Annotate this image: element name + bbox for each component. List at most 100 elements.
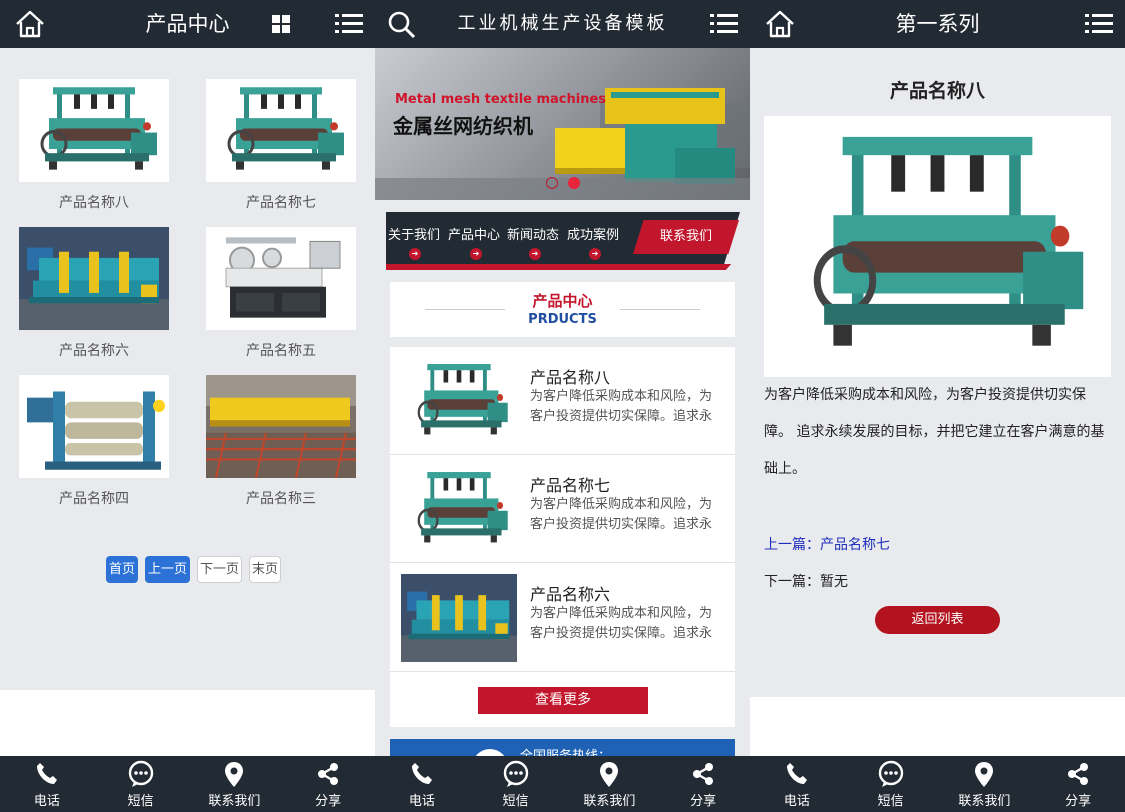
top-bar: 产品中心 <box>0 0 375 48</box>
product-name: 产品名称八 <box>530 368 611 387</box>
site-title: 工业机械生产设备模板 <box>457 13 668 34</box>
first-page-button[interactable]: 首页 <box>106 556 139 583</box>
footer-contact[interactable]: 联系我们 <box>188 756 282 812</box>
product-image <box>401 465 517 553</box>
slide-dot-active[interactable] <box>568 177 580 189</box>
prev-page-button[interactable]: 上一页 <box>145 556 191 583</box>
footer-label: 分享 <box>1065 794 1092 809</box>
view-more-button[interactable]: 查看更多 <box>478 687 648 714</box>
product-name: 产品名称七 <box>246 195 316 211</box>
product-list-screen: 产品中心 产品名称八 产品名称七 产品名称六 产品名称五 产品名称四 产品名称三… <box>0 0 375 812</box>
product-list: 产品名称八 为客户降低采购成本和风险，为客户投资提供切实保障。追求永续发展的目标… <box>390 347 735 727</box>
arrow-icon: ➜ <box>589 248 601 260</box>
section-header: 产品中心 PRDUCTS <box>390 282 735 337</box>
footer-sms[interactable]: 短信 <box>844 756 938 812</box>
bottom-bar: 电话 短信 联系我们 分享 <box>375 756 750 812</box>
footer-call[interactable]: 电话 <box>750 756 844 812</box>
section-title-en: PRDUCTS <box>528 312 597 327</box>
product-desc: 为客户降低采购成本和风险，为客户投资提供切实保障。追求永续发展的目标 <box>530 497 713 532</box>
product-name: 产品名称七 <box>530 476 611 495</box>
sms-icon <box>127 760 155 788</box>
location-pin-icon <box>595 760 623 788</box>
phone-icon <box>408 760 436 788</box>
product-name: 产品名称六 <box>530 585 611 604</box>
product-card[interactable]: 产品名称五 <box>206 227 356 360</box>
location-pin-icon <box>970 760 998 788</box>
product-desc: 为客户降低采购成本和风险，为客户投资提供切实保障。追求永续发展的目标 <box>530 606 713 641</box>
footer-call[interactable]: 电话 <box>375 756 469 812</box>
footer-sms[interactable]: 短信 <box>94 756 188 812</box>
footer-label: 联系我们 <box>583 794 636 809</box>
prev-article-link[interactable]: 上一篇：产品名称七 <box>764 534 890 554</box>
arrow-icon: ➜ <box>470 248 482 260</box>
slide-dot[interactable] <box>546 177 558 189</box>
nav-cases[interactable]: 成功案例 <box>567 224 619 243</box>
nav-contact[interactable]: 联系我们 <box>633 220 739 254</box>
hero-banner[interactable]: Metal mesh textile machines 金属丝网纺织机 <box>375 48 750 200</box>
menu-icon[interactable] <box>708 8 740 40</box>
product-card[interactable]: 产品名称八 <box>19 79 169 212</box>
product-card[interactable]: 产品名称四 <box>19 375 169 508</box>
product-card[interactable]: 产品名称三 <box>206 375 356 508</box>
footer-label: 短信 <box>877 794 904 809</box>
grid-icon[interactable] <box>265 8 297 40</box>
list-item[interactable]: 产品名称八 为客户降低采购成本和风险，为客户投资提供切实保障。追求永续发展的目标 <box>390 347 735 455</box>
list-item[interactable]: 产品名称七 为客户降低采购成本和风险，为客户投资提供切实保障。追求永续发展的目标 <box>390 455 735 563</box>
product-image <box>206 79 356 182</box>
page-title: 第一系列 <box>895 12 980 36</box>
product-image <box>19 375 169 478</box>
product-image <box>19 227 169 330</box>
nav-about[interactable]: 关于我们 <box>388 224 440 243</box>
product-image <box>206 375 356 478</box>
product-title: 产品名称八 <box>889 80 985 102</box>
footer-contact[interactable]: 联系我们 <box>563 756 657 812</box>
next-article-label: 下一篇：暂无 <box>764 574 848 590</box>
top-bar: 第一系列 <box>750 0 1125 48</box>
footer-label: 短信 <box>127 794 154 809</box>
footer-label: 电话 <box>408 794 435 809</box>
arrow-icon: ➜ <box>529 248 541 260</box>
product-image <box>401 574 517 662</box>
section-title-cn: 产品中心 <box>532 292 593 310</box>
banner-english-text: Metal mesh textile machines <box>395 92 607 107</box>
footer-label: 电话 <box>33 794 60 809</box>
home-screen: 工业机械生产设备模板 Metal mesh textile machines 金… <box>375 0 750 812</box>
menu-icon[interactable] <box>1083 8 1115 40</box>
footer-label: 联系我们 <box>958 794 1011 809</box>
footer-share[interactable]: 分享 <box>281 756 375 812</box>
phone-icon <box>33 760 61 788</box>
footer-sms[interactable]: 短信 <box>469 756 563 812</box>
footer-label: 分享 <box>315 794 342 809</box>
product-card[interactable]: 产品名称七 <box>206 79 356 212</box>
product-image <box>19 79 169 182</box>
product-name: 产品名称四 <box>59 491 129 507</box>
next-page-button[interactable]: 下一页 <box>197 556 243 583</box>
product-desc: 为客户降低采购成本和风险，为客户投资提供切实保障。追求永续发展的目标 <box>530 389 713 424</box>
page-title: 产品中心 <box>145 12 230 36</box>
product-name: 产品名称八 <box>59 195 129 211</box>
menu-icon[interactable] <box>333 8 365 40</box>
product-description: 为客户降低采购成本和风险，为客户投资提供切实保障。 追求永续发展的目标，并把它建… <box>764 387 1105 477</box>
page-bottom <box>750 697 1125 756</box>
footer-share[interactable]: 分享 <box>656 756 750 812</box>
footer-call[interactable]: 电话 <box>0 756 94 812</box>
product-detail-screen: 第一系列 产品名称八 为客户降低采购成本和风险，为客户投资提供切实保障。 追求永… <box>750 0 1125 812</box>
nav-news[interactable]: 新闻动态 <box>507 224 559 243</box>
product-card[interactable]: 产品名称六 <box>19 227 169 360</box>
footer-share[interactable]: 分享 <box>1031 756 1125 812</box>
footer-label: 联系我们 <box>208 794 261 809</box>
sms-icon <box>877 760 905 788</box>
location-pin-icon <box>220 760 248 788</box>
page-bottom <box>0 690 375 756</box>
back-to-list-button[interactable]: 返回列表 <box>875 606 1000 634</box>
share-icon <box>314 760 342 788</box>
share-icon <box>689 760 717 788</box>
bottom-bar: 电话 短信 联系我们 分享 <box>0 756 375 812</box>
footer-contact[interactable]: 联系我们 <box>938 756 1032 812</box>
pagination: 首页 上一页 下一页 末页 <box>106 556 288 583</box>
share-icon <box>1064 760 1092 788</box>
list-item[interactable]: 产品名称六 为客户降低采购成本和风险，为客户投资提供切实保障。追求永续发展的目标 <box>390 564 735 672</box>
last-page-button[interactable]: 末页 <box>249 556 282 583</box>
phone-icon <box>783 760 811 788</box>
nav-products[interactable]: 产品中心 <box>448 224 500 243</box>
